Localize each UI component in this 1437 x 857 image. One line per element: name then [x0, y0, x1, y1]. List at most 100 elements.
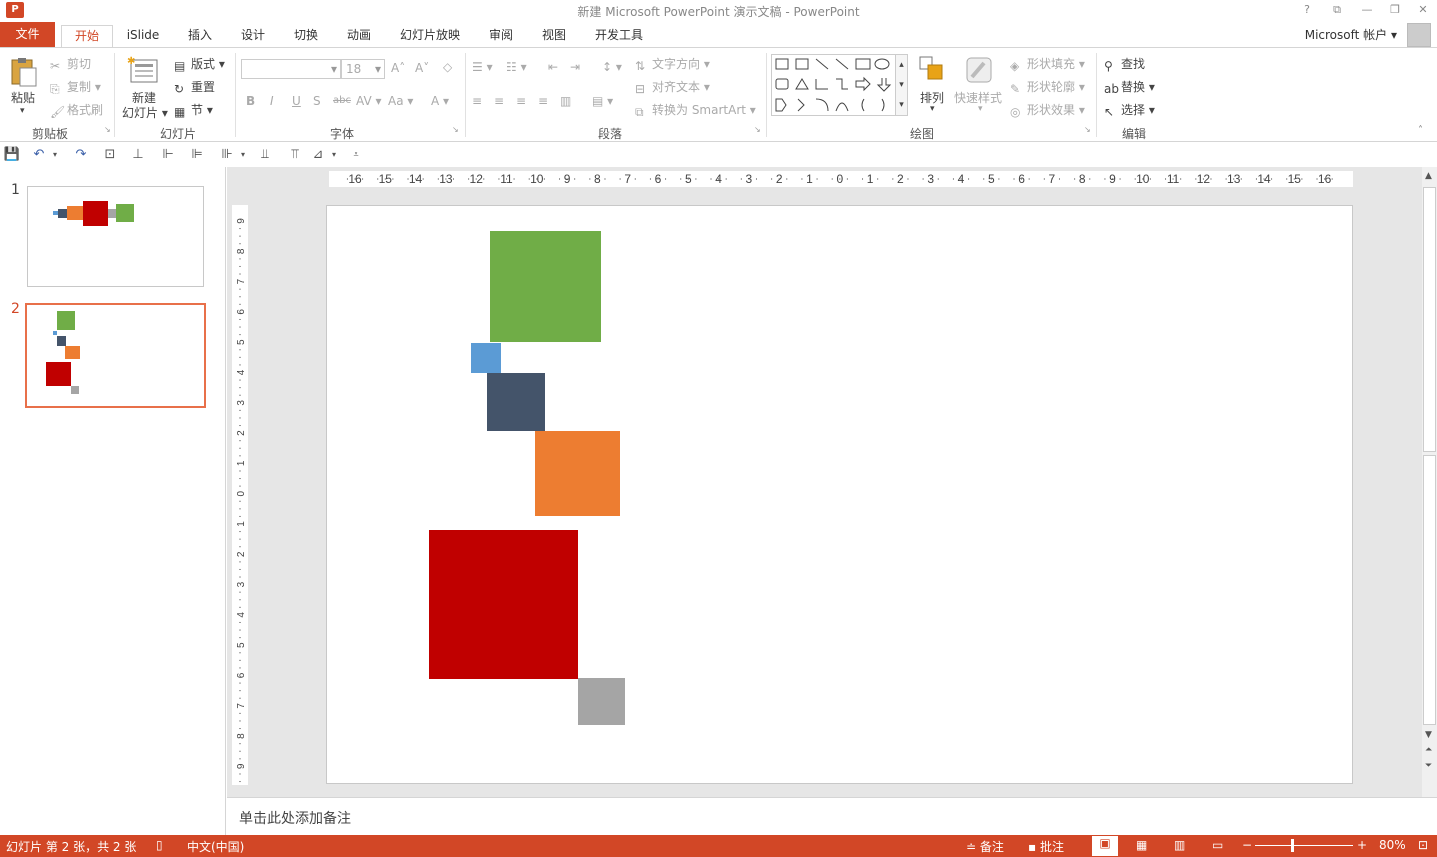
vertical-scrollbar[interactable]: ▲ ▼ ⏶ ⏷ [1422, 167, 1437, 797]
help-icon[interactable]: ? [1296, 2, 1318, 18]
shapes-gallery-scroll[interactable]: ▴ ▾ ▾ [895, 54, 908, 116]
arrange-dropdown-icon[interactable]: ▾ [930, 104, 935, 114]
font-size-combo[interactable]: 18 ▾ [341, 59, 385, 79]
columns-icon[interactable]: ▤ ▾ [592, 94, 613, 108]
tab-file[interactable]: 文件 [0, 22, 55, 48]
start-slideshow-icon[interactable]: ⊡ [101, 146, 119, 164]
numbering-icon[interactable]: ☷ ▾ [506, 60, 527, 74]
format-painter-button[interactable]: 🖌 格式刷 [50, 101, 103, 119]
section-button[interactable]: ▦ 节 ▾ [174, 101, 213, 119]
tab-slideshow[interactable]: 幻灯片放映 [392, 25, 468, 47]
replace-button[interactable]: ab 替换 ▾ [1104, 78, 1155, 96]
ribbon-display-options-icon[interactable]: ⧉ [1326, 2, 1348, 18]
collapse-ribbon-icon[interactable]: ˄ [1418, 125, 1423, 136]
layout-button[interactable]: ▤ 版式 ▾ [174, 55, 225, 73]
align-left-icon[interactable]: ⊫ [188, 146, 206, 164]
tab-islide[interactable]: iSlide [119, 25, 167, 47]
slide-thumbnail-1[interactable] [27, 186, 204, 287]
quick-styles-dropdown-icon[interactable]: ▾ [978, 104, 983, 114]
tab-view[interactable]: 视图 [530, 25, 578, 47]
tab-insert[interactable]: 插入 [176, 25, 224, 47]
distributed-icon[interactable]: ▥ [560, 94, 571, 108]
convert-smartart-button[interactable]: ⧉ 转换为 SmartArt ▾ [635, 101, 756, 119]
find-button[interactable]: ⚲ 查找 [1104, 55, 1145, 73]
shapes-gallery[interactable] [771, 54, 908, 116]
clear-formatting-icon[interactable]: ◇ [443, 60, 452, 74]
notes-pane[interactable]: 单击此处添加备注 [227, 797, 1437, 835]
paste-icon[interactable] [8, 56, 40, 88]
shadow-icon[interactable]: S [313, 94, 321, 108]
customize-qat-icon[interactable]: ⩡ [347, 146, 365, 164]
account-name[interactable]: Microsoft 帐户 ▾ [1305, 26, 1397, 43]
blue-square-shape[interactable] [471, 343, 501, 373]
rotate-dropdown-icon[interactable]: ▾ [325, 146, 343, 164]
cut-button[interactable]: ✂ 剪切 [50, 55, 91, 73]
tab-design[interactable]: 设计 [229, 25, 277, 47]
tab-animations[interactable]: 动画 [335, 25, 383, 47]
notes-placeholder[interactable]: 单击此处添加备注 [239, 808, 351, 828]
navy-square-shape[interactable] [487, 373, 545, 431]
scrollbar-thumb[interactable] [1423, 187, 1436, 452]
shape-fill-button[interactable]: ◈ 形状填充 ▾ [1010, 55, 1085, 73]
quick-styles-icon[interactable] [964, 55, 994, 88]
paste-button[interactable]: 粘贴 [11, 89, 35, 106]
align-options-dropdown-icon[interactable]: ▾ [234, 146, 252, 164]
previous-slide-icon[interactable]: ⏶ [1425, 745, 1432, 755]
font-name-combo[interactable]: ▾ [241, 59, 341, 79]
text-direction-button[interactable]: ⇅ 文字方向 ▾ [635, 55, 710, 73]
new-slide-icon[interactable]: ✱ [127, 54, 161, 89]
align-center-icon[interactable]: ≡ [494, 94, 504, 108]
save-icon[interactable]: 💾 [3, 146, 21, 164]
reading-view-icon[interactable]: ▥ [1174, 838, 1185, 852]
tab-transitions[interactable]: 切换 [282, 25, 330, 47]
next-slide-icon[interactable]: ⏷ [1425, 761, 1432, 771]
undo-dropdown-icon[interactable]: ▾ [46, 146, 64, 164]
font-color-icon[interactable]: A ▾ [431, 94, 449, 108]
arrange-icon[interactable] [918, 55, 946, 86]
justify-icon[interactable]: ≡ [538, 94, 548, 108]
fit-slide-icon[interactable]: ⊡ [1418, 838, 1428, 852]
scrollbar-track[interactable] [1423, 455, 1436, 725]
zoom-slider-thumb[interactable] [1291, 839, 1294, 852]
distribute-vertical-icon[interactable]: ⫪ [286, 146, 304, 164]
decrease-indent-icon[interactable]: ⇤ [548, 60, 558, 74]
drawing-launcher-icon[interactable]: ↘ [1084, 125, 1091, 134]
line-spacing-icon[interactable]: ↕ ▾ [602, 60, 622, 74]
horizontal-ruler[interactable]: 16 15 14 13 12 11 10 9 8 7 6 5 4 3 2 1 0 1 2 3 4 5 6 7 8 9 10 11 12 1… [329, 171, 1353, 187]
align-center-icon[interactable]: ⊩ [159, 146, 177, 164]
strikethrough-icon[interactable]: abc [333, 95, 351, 106]
comments-toggle-button[interactable]: ▪ 批注 [1028, 838, 1064, 855]
bold-icon[interactable]: B [246, 94, 255, 108]
distribute-horizontal-icon[interactable]: ⫫ [256, 146, 274, 164]
scroll-up-icon[interactable]: ▲ [1425, 171, 1432, 181]
minimize-button[interactable]: — [1356, 2, 1378, 18]
paragraph-launcher-icon[interactable]: ↘ [754, 125, 761, 134]
font-launcher-icon[interactable]: ↘ [452, 125, 459, 134]
bullets-icon[interactable]: ☰ ▾ [472, 60, 493, 74]
slideshow-view-icon[interactable]: ▭ [1212, 838, 1223, 852]
maximize-button[interactable]: ❐ [1384, 2, 1406, 18]
shape-outline-button[interactable]: ✎ 形状轮廓 ▾ [1010, 78, 1085, 96]
slide-thumbnail-2[interactable] [25, 303, 206, 408]
character-spacing-icon[interactable]: AV ▾ [356, 94, 382, 108]
new-slide-dropdown[interactable]: 幻灯片 ▾ [122, 104, 168, 121]
close-button[interactable]: ✕ [1412, 2, 1434, 18]
avatar[interactable] [1407, 23, 1431, 47]
underline-icon[interactable]: U [292, 94, 301, 108]
italic-icon[interactable]: I [270, 94, 274, 108]
scroll-down-icon[interactable]: ▼ [1425, 730, 1432, 740]
normal-view-icon[interactable]: ▣ [1092, 836, 1118, 856]
slide-sorter-view-icon[interactable]: ▦ [1136, 838, 1147, 852]
gray-square-shape[interactable] [578, 678, 625, 725]
notes-toggle-button[interactable]: ≐ 备注 [966, 838, 1004, 855]
increase-indent-icon[interactable]: ⇥ [570, 60, 580, 74]
align-right-icon[interactable]: ≡ [516, 94, 526, 108]
increase-font-size-icon[interactable]: A˄ [391, 61, 405, 75]
align-left-icon[interactable]: ≡ [472, 94, 482, 108]
copy-button[interactable]: ⎘ 复制 ▾ [50, 78, 101, 96]
tab-developer[interactable]: 开发工具 [588, 25, 650, 47]
zoom-slider-track[interactable] [1255, 845, 1353, 846]
redo-icon[interactable]: ↷ [72, 146, 90, 164]
clipboard-launcher-icon[interactable]: ↘ [104, 125, 111, 134]
orange-square-shape[interactable] [535, 431, 620, 516]
